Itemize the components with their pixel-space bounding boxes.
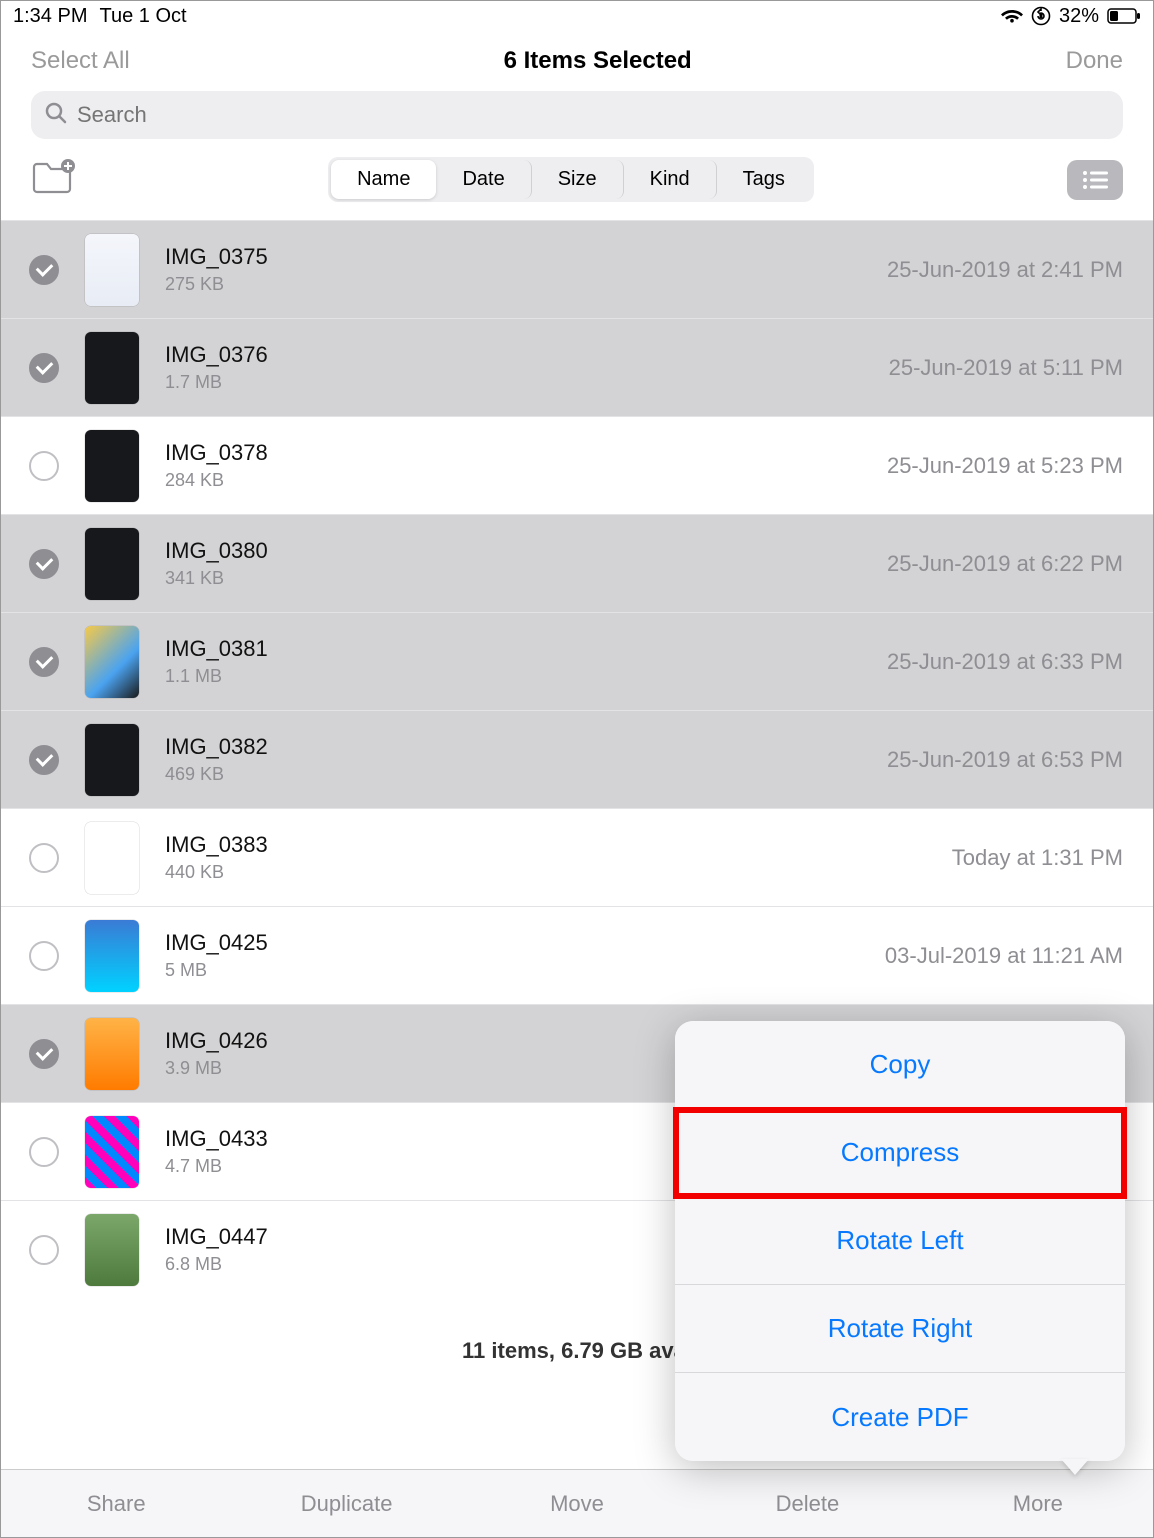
file-size: 440 KB xyxy=(165,862,952,883)
selection-checkmark[interactable] xyxy=(29,549,59,579)
file-name: IMG_0376 xyxy=(165,342,889,368)
popup-copy[interactable]: Copy xyxy=(675,1021,1125,1109)
wifi-icon xyxy=(1001,8,1023,24)
file-date: 25-Jun-2019 at 6:53 PM xyxy=(887,747,1123,773)
file-name: IMG_0378 xyxy=(165,440,887,466)
popup-rotate-right[interactable]: Rotate Right xyxy=(675,1285,1125,1373)
file-meta: IMG_0378 284 KB xyxy=(165,440,887,491)
search-icon xyxy=(45,102,67,129)
selection-checkmark[interactable] xyxy=(29,941,59,971)
done-button[interactable]: Done xyxy=(1066,47,1123,75)
file-meta: IMG_0381 1.1 MB xyxy=(165,636,887,687)
selection-checkmark[interactable] xyxy=(29,843,59,873)
file-size: 1.1 MB xyxy=(165,666,887,687)
selection-checkmark[interactable] xyxy=(29,255,59,285)
status-date: Tue 1 Oct xyxy=(99,5,186,28)
file-name: IMG_0375 xyxy=(165,244,887,270)
file-row[interactable]: IMG_0425 5 MB03-Jul-2019 at 11:21 AM xyxy=(1,906,1153,1004)
selection-checkmark[interactable] xyxy=(29,353,59,383)
file-meta: IMG_0376 1.7 MB xyxy=(165,342,889,393)
file-date: 25-Jun-2019 at 6:22 PM xyxy=(887,551,1123,577)
file-date: 03-Jul-2019 at 11:21 AM xyxy=(885,943,1123,969)
file-size: 469 KB xyxy=(165,764,887,785)
sort-size[interactable]: Size xyxy=(532,160,624,199)
sort-date[interactable]: Date xyxy=(436,160,531,199)
status-time: 1:34 PM xyxy=(13,5,87,28)
sort-tags[interactable]: Tags xyxy=(717,160,811,199)
popup-compress[interactable]: Compress xyxy=(675,1109,1125,1197)
file-thumbnail xyxy=(85,822,139,894)
file-thumbnail xyxy=(85,234,139,306)
nav-header: Select All 6 Items Selected Done xyxy=(1,31,1153,91)
file-thumbnail xyxy=(85,1116,139,1188)
file-size: 275 KB xyxy=(165,274,887,295)
file-thumbnail xyxy=(85,332,139,404)
file-thumbnail xyxy=(85,626,139,698)
sort-name[interactable]: Name xyxy=(331,160,436,199)
file-name: IMG_0380 xyxy=(165,538,887,564)
file-date: 25-Jun-2019 at 5:11 PM xyxy=(889,355,1123,381)
file-row[interactable]: IMG_0376 1.7 MB25-Jun-2019 at 5:11 PM xyxy=(1,318,1153,416)
file-thumbnail xyxy=(85,1018,139,1090)
file-size: 284 KB xyxy=(165,470,887,491)
file-row[interactable]: IMG_0378 284 KB25-Jun-2019 at 5:23 PM xyxy=(1,416,1153,514)
file-date: 25-Jun-2019 at 2:41 PM xyxy=(887,257,1123,283)
file-date: 25-Jun-2019 at 5:23 PM xyxy=(887,453,1123,479)
more-button[interactable]: More xyxy=(923,1491,1153,1517)
list-view-toggle[interactable] xyxy=(1067,160,1123,200)
selection-checkmark[interactable] xyxy=(29,647,59,677)
selection-checkmark[interactable] xyxy=(29,451,59,481)
file-thumbnail xyxy=(85,528,139,600)
file-row[interactable]: IMG_0382 469 KB25-Jun-2019 at 6:53 PM xyxy=(1,710,1153,808)
file-name: IMG_0382 xyxy=(165,734,887,760)
file-meta: IMG_0375 275 KB xyxy=(165,244,887,295)
file-meta: IMG_0425 5 MB xyxy=(165,930,885,981)
file-row[interactable]: IMG_0375 275 KB25-Jun-2019 at 2:41 PM xyxy=(1,220,1153,318)
file-row[interactable]: IMG_0380 341 KB25-Jun-2019 at 6:22 PM xyxy=(1,514,1153,612)
file-name: IMG_0425 xyxy=(165,930,885,956)
battery-percent: 32% xyxy=(1059,5,1099,28)
popup-rotate-left[interactable]: Rotate Left xyxy=(675,1197,1125,1285)
file-name: IMG_0381 xyxy=(165,636,887,662)
orientation-lock-icon xyxy=(1031,6,1051,26)
file-size: 341 KB xyxy=(165,568,887,589)
share-button[interactable]: Share xyxy=(1,1491,231,1517)
selection-checkmark[interactable] xyxy=(29,1137,59,1167)
toolbar: Name Date Size Kind Tags xyxy=(1,151,1153,220)
selection-checkmark[interactable] xyxy=(29,1235,59,1265)
file-meta: IMG_0382 469 KB xyxy=(165,734,887,785)
file-meta: IMG_0383 440 KB xyxy=(165,832,952,883)
file-size: 1.7 MB xyxy=(165,372,889,393)
file-meta: IMG_0380 341 KB xyxy=(165,538,887,589)
search-input[interactable] xyxy=(77,102,1109,128)
new-folder-icon[interactable] xyxy=(31,159,75,200)
sort-segmented-control: Name Date Size Kind Tags xyxy=(328,157,814,202)
delete-button[interactable]: Delete xyxy=(692,1491,922,1517)
file-row[interactable]: IMG_0381 1.1 MB25-Jun-2019 at 6:33 PM xyxy=(1,612,1153,710)
file-date: 25-Jun-2019 at 6:33 PM xyxy=(887,649,1123,675)
file-thumbnail xyxy=(85,1214,139,1286)
file-thumbnail xyxy=(85,430,139,502)
duplicate-button[interactable]: Duplicate xyxy=(231,1491,461,1517)
selection-checkmark[interactable] xyxy=(29,745,59,775)
battery-icon xyxy=(1107,8,1141,24)
more-actions-popup: Copy Compress Rotate Left Rotate Right C… xyxy=(675,1021,1125,1461)
file-size: 5 MB xyxy=(165,960,885,981)
move-button[interactable]: Move xyxy=(462,1491,692,1517)
page-title: 6 Items Selected xyxy=(504,47,692,75)
sort-kind[interactable]: Kind xyxy=(624,160,717,199)
file-row[interactable]: IMG_0383 440 KBToday at 1:31 PM xyxy=(1,808,1153,906)
bottom-toolbar: Share Duplicate Move Delete More xyxy=(1,1469,1153,1537)
selection-checkmark[interactable] xyxy=(29,1039,59,1069)
file-name: IMG_0383 xyxy=(165,832,952,858)
file-date: Today at 1:31 PM xyxy=(952,845,1123,871)
select-all-button[interactable]: Select All xyxy=(31,47,130,75)
popup-create-pdf[interactable]: Create PDF xyxy=(675,1373,1125,1461)
status-bar: 1:34 PM Tue 1 Oct 32% xyxy=(1,1,1153,31)
file-thumbnail xyxy=(85,920,139,992)
search-field[interactable] xyxy=(31,91,1123,139)
file-thumbnail xyxy=(85,724,139,796)
